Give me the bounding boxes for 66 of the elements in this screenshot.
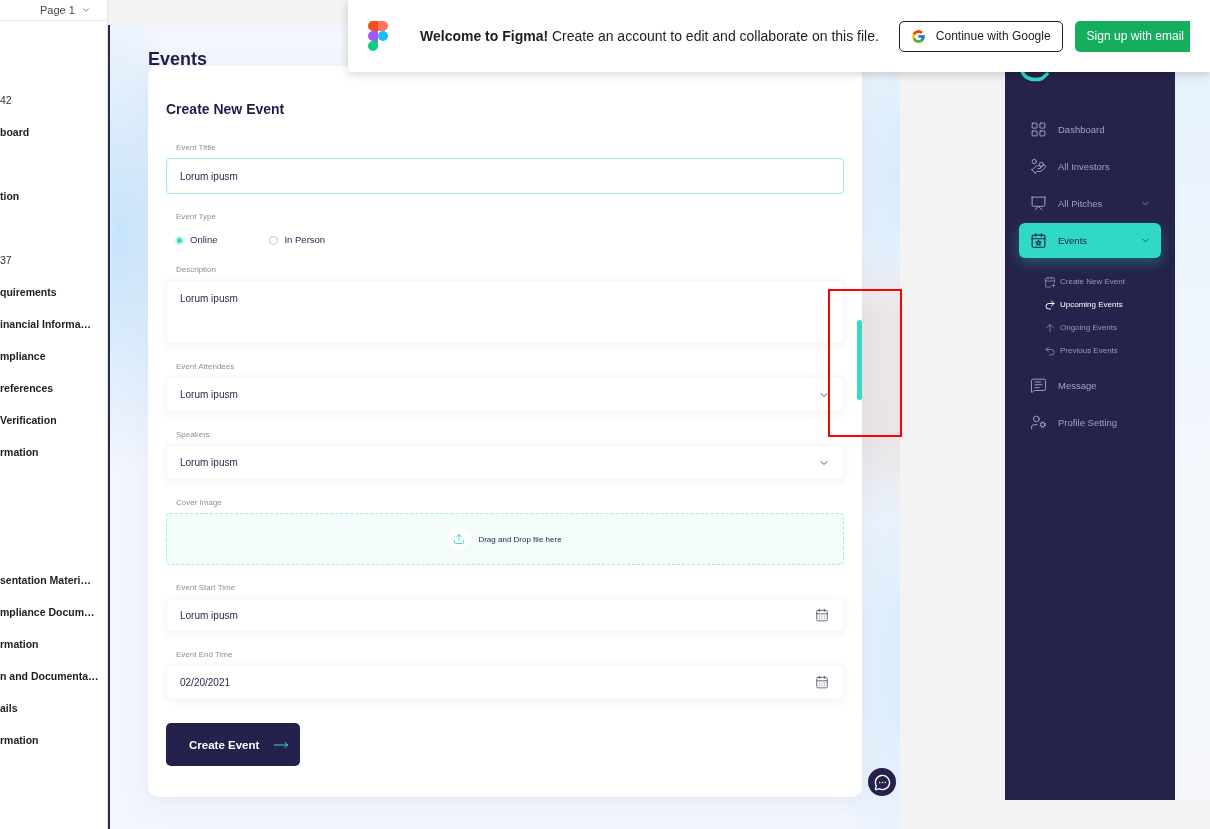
google-logo-icon [910, 28, 926, 44]
layer-item[interactable]: ails [0, 701, 18, 715]
chevron-down-icon [80, 5, 91, 15]
create-event-button[interactable]: Create Event [166, 723, 300, 766]
layer-item[interactable]: mpliance [0, 349, 46, 363]
file-dropzone[interactable]: Drag and Drop file here [166, 513, 844, 565]
page-selector[interactable]: Page 1 [40, 3, 91, 17]
sidebar-item[interactable]: Dashboard [1019, 112, 1161, 147]
field-label: Event End Time [176, 650, 233, 660]
dropdown-field[interactable]: Lorum ipusm [166, 377, 844, 412]
banner-message: Welcome to Figma! Create an account to edit and collaborate on this file. [420, 28, 879, 44]
submenu-item[interactable]: Previous Events [1044, 339, 1118, 362]
google-signin-button[interactable]: Continue with Google [898, 20, 1063, 52]
layer-item[interactable]: quirements [0, 285, 57, 299]
hand-coin-icon [1030, 158, 1047, 175]
sidebar-item[interactable]: Events [1019, 223, 1161, 258]
layer-item[interactable]: references [0, 381, 54, 395]
field-label: Event Start Time [176, 583, 236, 593]
grid-icon [1030, 121, 1047, 138]
field-label: Event Type [176, 212, 216, 222]
dropdown-field[interactable]: Lorum ipusm [166, 445, 844, 480]
submenu-item[interactable]: Ongoing Events [1044, 316, 1117, 339]
sidebar-item[interactable]: Profile Setting [1019, 405, 1161, 440]
undo-arrow-icon [1044, 344, 1056, 357]
layer-item[interactable]: Verification [0, 413, 57, 427]
sidebar-item[interactable]: All Investors [1019, 149, 1161, 184]
field-label: Event Tittle [176, 143, 216, 153]
layer-item[interactable]: rmation [0, 445, 39, 459]
description-textarea[interactable]: Lorum ipusm [166, 280, 844, 344]
sidebar-item[interactable]: Message [1019, 368, 1161, 403]
text-input[interactable]: Lorum ipusm [166, 158, 844, 194]
date-input[interactable]: 02/20/2021 [166, 665, 844, 699]
layer-item[interactable]: board [0, 125, 30, 139]
calendar-icon [815, 608, 829, 622]
upload-icon [448, 528, 471, 550]
field-label: Cover Image [176, 498, 222, 508]
submenu-item[interactable]: Upcoming Events [1044, 293, 1123, 316]
layer-item[interactable]: tion [0, 189, 20, 203]
calendar-icon [815, 675, 829, 689]
field-label: Description [176, 265, 216, 275]
up-arrow-icon [1044, 321, 1056, 334]
layer-item[interactable]: inancial Informa… [0, 317, 92, 331]
layer-item[interactable]: 42 [0, 93, 12, 107]
layer-item[interactable]: rmation [0, 637, 39, 651]
radio-option[interactable]: Online [175, 234, 218, 246]
user-gear-icon [1030, 414, 1047, 431]
submenu-item[interactable]: Create New Event [1044, 270, 1125, 293]
radio-option[interactable]: In Person [269, 234, 326, 246]
layer-item[interactable]: 37 [0, 253, 12, 267]
layer-item[interactable]: n and Documenta… [0, 669, 99, 683]
presentation-board-icon [1030, 195, 1047, 212]
field-label: Event Attendees [176, 362, 235, 372]
logo-icon [1020, 70, 1050, 82]
date-input[interactable]: Lorum ipusm [166, 598, 844, 632]
sidebar-item[interactable]: All Pitches [1019, 186, 1161, 221]
message-icon [1030, 377, 1047, 394]
calendar-plus-icon [1044, 275, 1056, 288]
page-heading: Events [148, 50, 208, 68]
field-label: Speakers [176, 430, 210, 440]
layer-item[interactable]: rmation [0, 733, 39, 747]
chat-bubble-icon[interactable] [868, 768, 896, 796]
layer-item[interactable]: mpliance Docum… [0, 605, 95, 619]
figma-logo-icon [368, 21, 388, 51]
form-title: Create New Event [166, 101, 285, 117]
redo-arrow-icon [1044, 298, 1056, 311]
layer-item[interactable]: sentation Materi… [0, 573, 91, 587]
